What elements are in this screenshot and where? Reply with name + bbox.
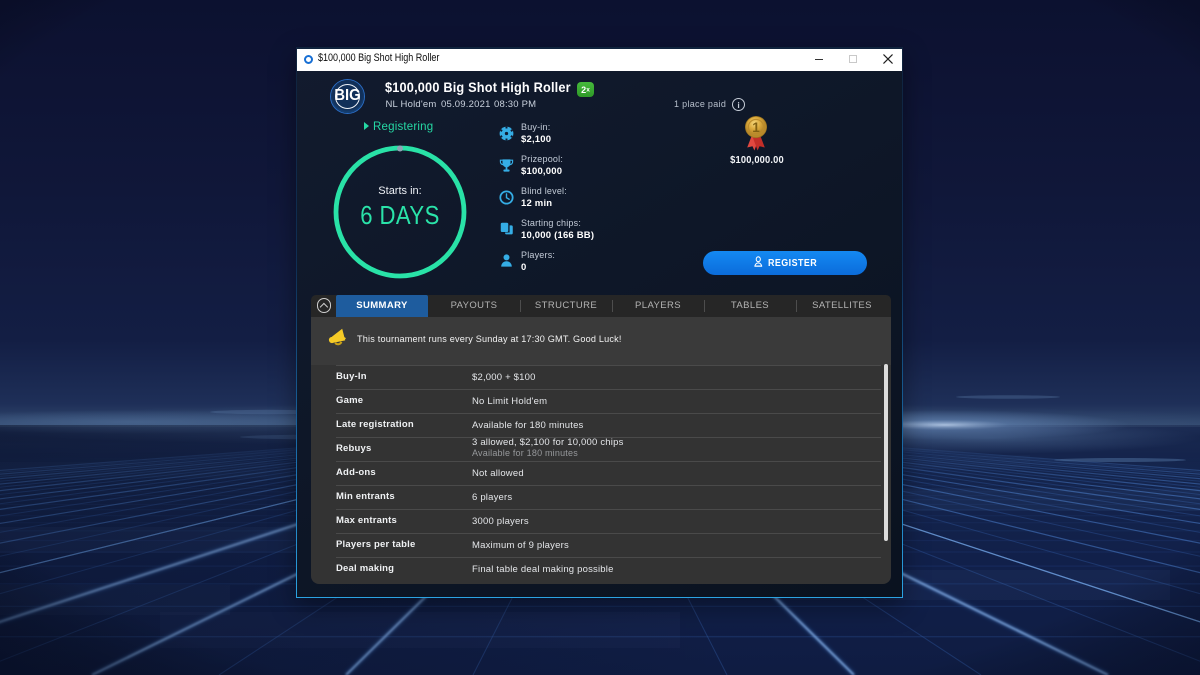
svg-text:1: 1 <box>752 120 760 135</box>
